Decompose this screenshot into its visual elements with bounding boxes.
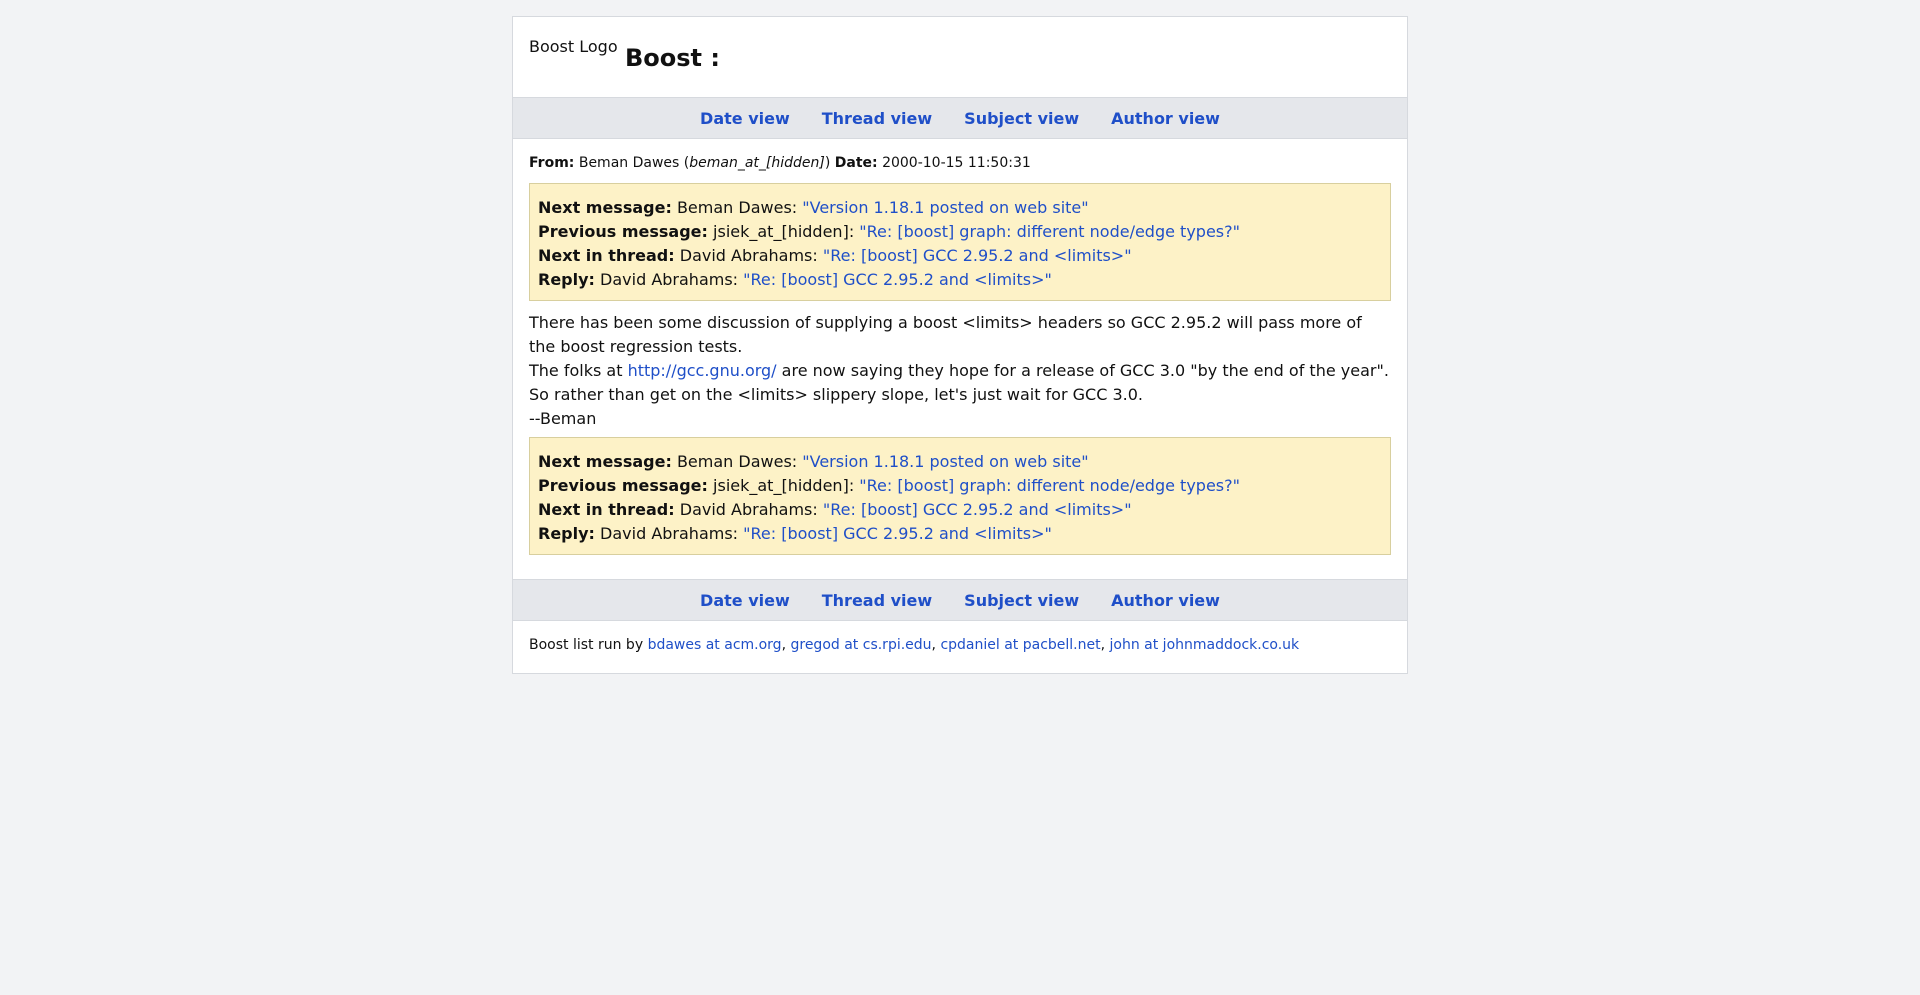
next-in-thread-label: Next in thread: — [538, 500, 675, 519]
next-message-label: Next message: — [538, 452, 672, 471]
previous-message-author: jsiek_at_[hidden]: — [713, 222, 855, 241]
signature: --Beman — [529, 409, 597, 428]
page-title: Boost : — [625, 44, 720, 72]
footer-separator: , — [1100, 637, 1110, 653]
reply-label: Reply: — [538, 524, 595, 543]
maintainer-link[interactable]: cpdaniel at pacbell.net — [940, 637, 1100, 653]
reply-row: Reply: David Abrahams: "Re: [boost] GCC … — [538, 522, 1382, 546]
previous-message-label: Previous message: — [538, 476, 708, 495]
maintainer-link[interactable]: gregod at cs.rpi.edu — [790, 637, 931, 653]
author-view-link[interactable]: Author view — [1111, 109, 1220, 128]
previous-message-label: Previous message: — [538, 222, 708, 241]
reply-label: Reply: — [538, 270, 595, 289]
subject-view-link[interactable]: Subject view — [964, 109, 1079, 128]
site-footer: Boost list run by bdawes at acm.org, gre… — [513, 621, 1407, 673]
reply-row: Reply: David Abrahams: "Re: [boost] GCC … — [538, 268, 1382, 292]
next-in-thread-link[interactable]: "Re: [boost] GCC 2.95.2 and <limits>" — [823, 500, 1132, 519]
body-text: are now saying they hope for a release o… — [776, 361, 1389, 380]
bottom-nav: Date view Thread view Subject view Autho… — [513, 579, 1407, 621]
gcc-link[interactable]: http://gcc.gnu.org/ — [628, 361, 777, 380]
next-message-author: Beman Dawes: — [676, 452, 798, 471]
next-message-row: Next message: Beman Dawes: "Version 1.18… — [538, 196, 1382, 220]
next-in-thread-row: Next in thread: David Abrahams: "Re: [bo… — [538, 498, 1382, 522]
next-message-row: Next message: Beman Dawes: "Version 1.18… — [538, 450, 1382, 474]
date-view-link[interactable]: Date view — [700, 109, 790, 128]
body-line: There has been some discussion of supply… — [529, 313, 1362, 356]
body-text: The folks at — [529, 361, 628, 380]
boost-logo[interactable]: Boost Logo — [529, 37, 618, 56]
message-meta: From: Beman Dawes (beman_at_[hidden]) Da… — [529, 155, 1391, 171]
message-nav-top: Next message: Beman Dawes: "Version 1.18… — [529, 183, 1391, 301]
from-email: beman_at_[hidden] — [689, 155, 825, 171]
next-in-thread-author: David Abrahams: — [679, 500, 818, 519]
reply-link[interactable]: "Re: [boost] GCC 2.95.2 and <limits>" — [743, 270, 1052, 289]
maintainer-link[interactable]: john at johnmaddock.co.uk — [1110, 637, 1300, 653]
previous-message-row: Previous message: jsiek_at_[hidden]: "Re… — [538, 474, 1382, 498]
next-in-thread-link[interactable]: "Re: [boost] GCC 2.95.2 and <limits>" — [823, 246, 1132, 265]
date-label: Date: — [834, 155, 878, 171]
date-view-link[interactable]: Date view — [700, 591, 790, 610]
body-line: The folks at http://gcc.gnu.org/ are now… — [529, 359, 1391, 383]
previous-message-author: jsiek_at_[hidden]: — [713, 476, 855, 495]
reply-author: David Abrahams: — [600, 270, 739, 289]
message-content: From: Beman Dawes (beman_at_[hidden]) Da… — [513, 139, 1407, 579]
body-line: So rather than get on the <limits> slipp… — [529, 385, 1143, 404]
next-in-thread-row: Next in thread: David Abrahams: "Re: [bo… — [538, 244, 1382, 268]
page-container: Boost Logo Boost : Date view Thread view… — [512, 16, 1408, 674]
thread-view-link[interactable]: Thread view — [822, 591, 932, 610]
next-message-link[interactable]: "Version 1.18.1 posted on web site" — [802, 452, 1088, 471]
author-view-link[interactable]: Author view — [1111, 591, 1220, 610]
previous-message-link[interactable]: "Re: [boost] graph: different node/edge … — [859, 222, 1240, 241]
next-in-thread-author: David Abrahams: — [679, 246, 818, 265]
previous-message-row: Previous message: jsiek_at_[hidden]: "Re… — [538, 220, 1382, 244]
next-message-label: Next message: — [538, 198, 672, 217]
top-nav: Date view Thread view Subject view Autho… — [513, 97, 1407, 139]
message-nav-bottom: Next message: Beman Dawes: "Version 1.18… — [529, 437, 1391, 555]
from-label: From: — [529, 155, 575, 171]
maintainer-link[interactable]: bdawes at acm.org — [648, 637, 782, 653]
next-in-thread-label: Next in thread: — [538, 246, 675, 265]
reply-author: David Abrahams: — [600, 524, 739, 543]
next-message-link[interactable]: "Version 1.18.1 posted on web site" — [802, 198, 1088, 217]
thread-view-link[interactable]: Thread view — [822, 109, 932, 128]
reply-link[interactable]: "Re: [boost] GCC 2.95.2 and <limits>" — [743, 524, 1052, 543]
message-body: There has been some discussion of supply… — [529, 311, 1391, 431]
previous-message-link[interactable]: "Re: [boost] graph: different node/edge … — [859, 476, 1240, 495]
footer-prefix: Boost list run by — [529, 637, 648, 653]
site-header: Boost Logo Boost : — [513, 17, 1407, 97]
date-value: 2000-10-15 11:50:31 — [882, 155, 1031, 171]
subject-view-link[interactable]: Subject view — [964, 591, 1079, 610]
next-message-author: Beman Dawes: — [676, 198, 798, 217]
from-close: ) — [824, 155, 831, 171]
from-name: Beman Dawes ( — [578, 155, 690, 171]
